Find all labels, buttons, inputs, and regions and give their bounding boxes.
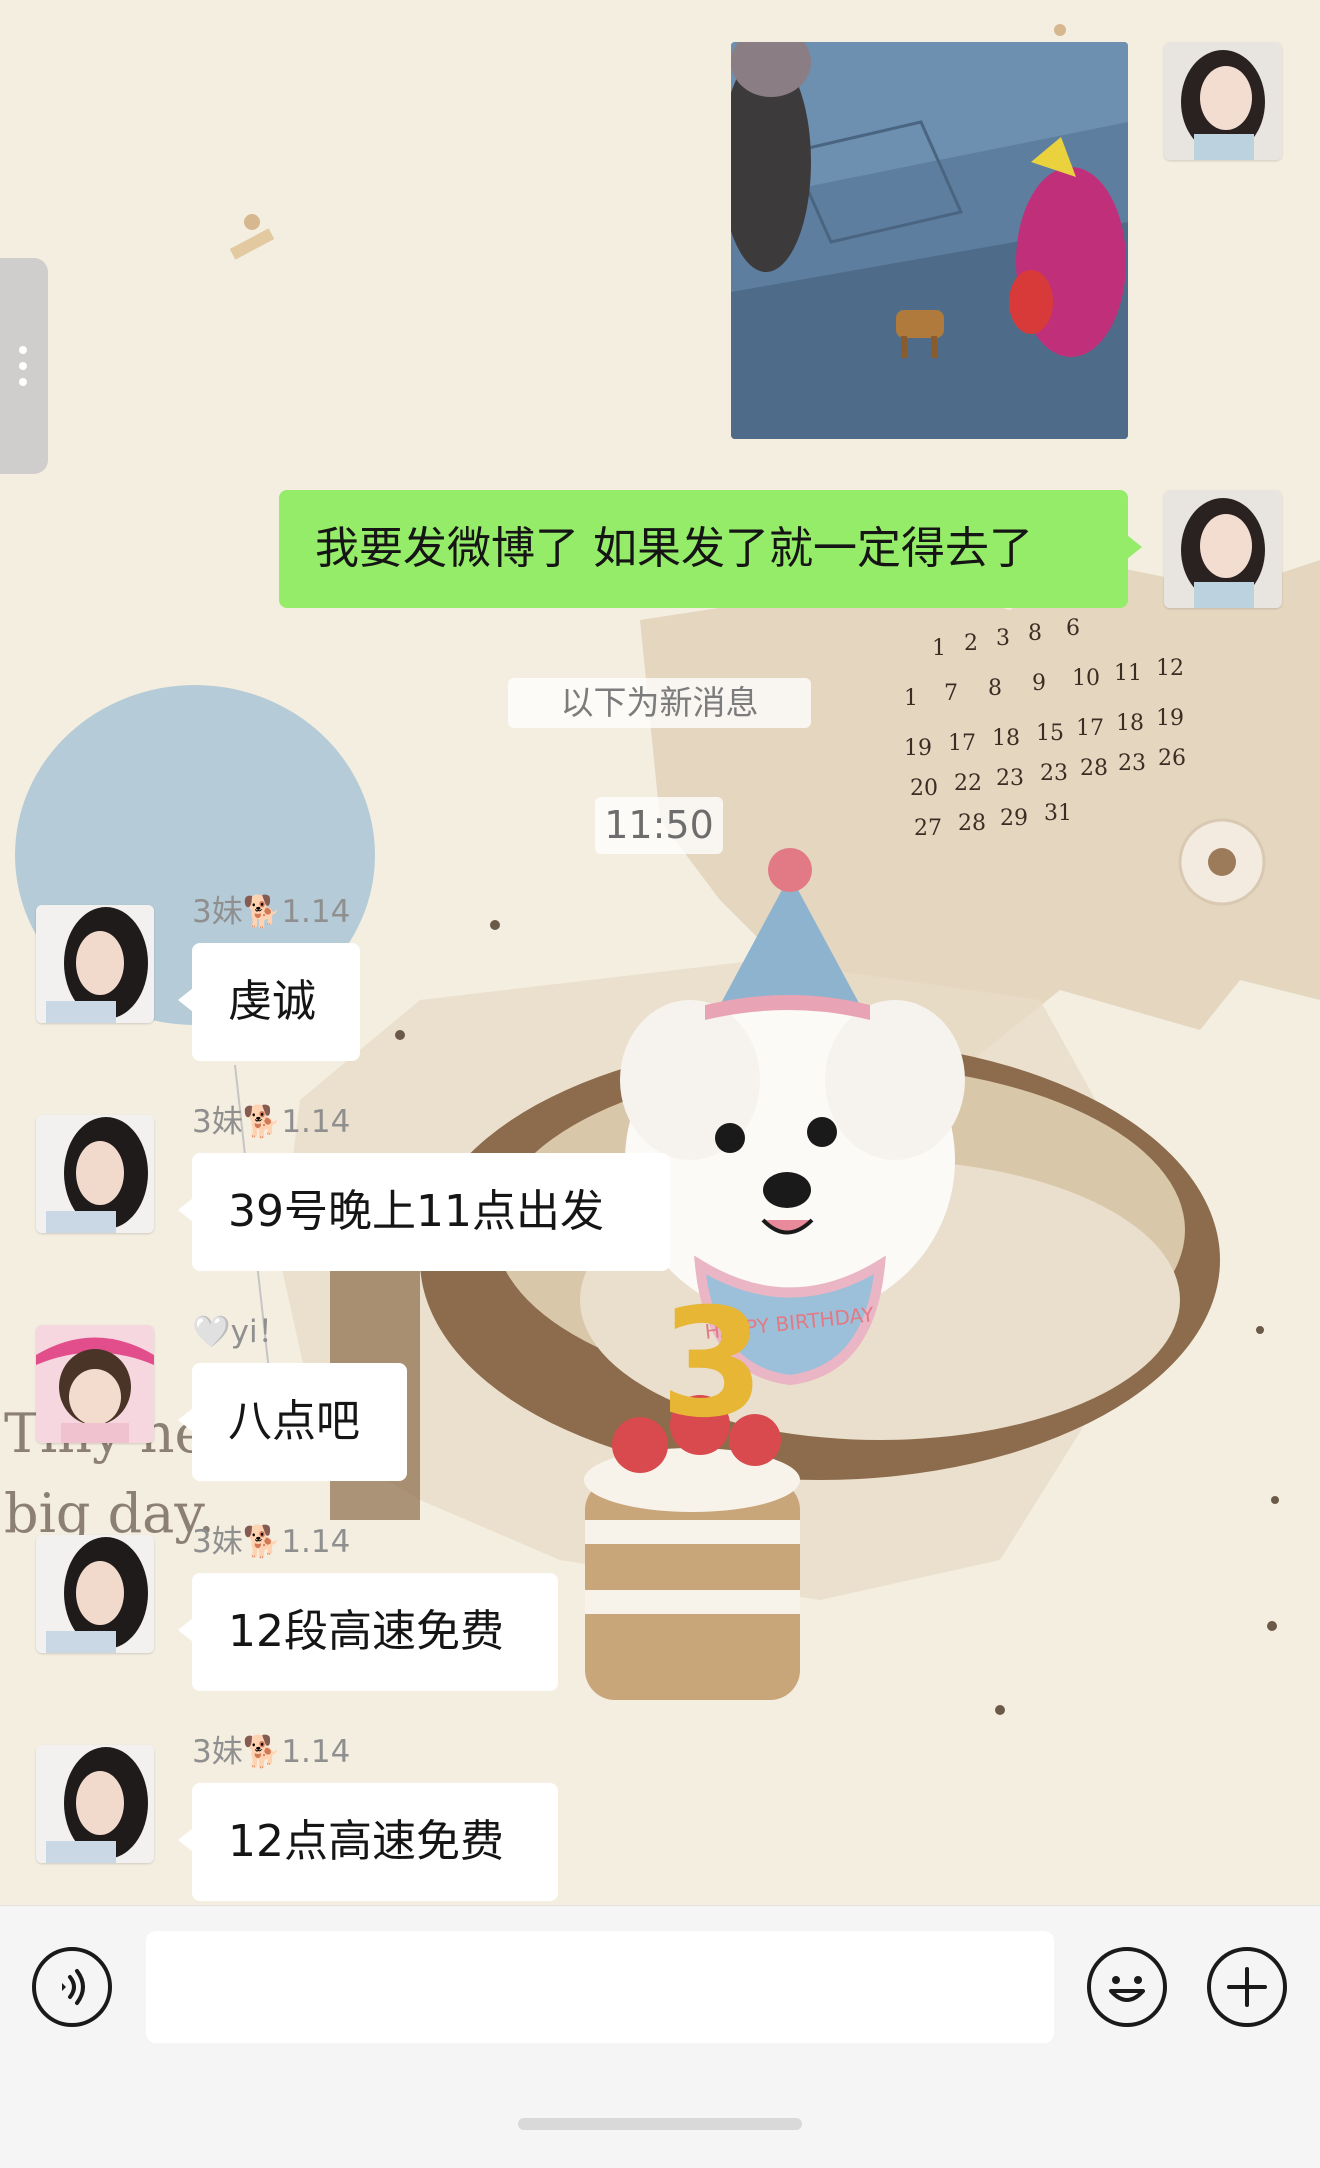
received-message-bubble[interactable]: 虔诚 xyxy=(178,943,360,1061)
sender-avatar[interactable] xyxy=(36,1745,154,1863)
sender-avatar[interactable] xyxy=(36,1325,154,1443)
sender-name: 🤍yi！ xyxy=(192,1314,289,1350)
chat-message-list[interactable]: 我要发微博了 如果发了就一定得去了 以下为新消息 11:50 3妹🐕1.14 虔… xyxy=(0,0,1320,1905)
received-message-bubble[interactable]: 12点高速免费 xyxy=(178,1783,558,1901)
photo-icon xyxy=(731,42,1128,439)
emoji-button[interactable] xyxy=(1087,1947,1167,2027)
avatar-photo-icon xyxy=(36,1325,154,1443)
avatar-photo-icon xyxy=(36,1115,154,1233)
sender-name: 3妹🐕1.14 xyxy=(192,1734,351,1770)
sender-avatar[interactable] xyxy=(36,1535,154,1653)
more-button[interactable] xyxy=(1207,1947,1287,2027)
sender-name: 3妹🐕1.14 xyxy=(192,1104,351,1140)
sender-name: 3妹🐕1.14 xyxy=(192,894,351,930)
emoji-icon xyxy=(1109,1976,1145,2002)
home-indicator[interactable] xyxy=(518,2118,802,2130)
plus-icon xyxy=(1227,1967,1267,2007)
avatar-photo-icon xyxy=(36,905,154,1023)
my-message-bubble[interactable]: 我要发微博了 如果发了就一定得去了 xyxy=(279,490,1142,608)
my-avatar[interactable] xyxy=(1164,490,1282,608)
avatar-photo-icon xyxy=(1164,42,1282,160)
avatar-photo-icon xyxy=(36,1745,154,1863)
image-message[interactable] xyxy=(731,42,1128,439)
message-timestamp: 11:50 xyxy=(595,797,723,854)
avatar-photo-icon xyxy=(1164,490,1282,608)
sender-name: 3妹🐕1.14 xyxy=(192,1524,351,1560)
new-messages-divider: 以下为新消息 xyxy=(508,678,811,728)
sender-avatar[interactable] xyxy=(36,1115,154,1233)
received-message-bubble[interactable]: 12段高速免费 xyxy=(178,1573,558,1691)
sender-avatar[interactable] xyxy=(36,905,154,1023)
my-avatar[interactable] xyxy=(1164,42,1282,160)
side-drawer-handle[interactable] xyxy=(0,258,48,474)
voice-icon xyxy=(62,1969,85,2005)
avatar-photo-icon xyxy=(36,1535,154,1653)
message-input[interactable] xyxy=(146,1931,1054,2043)
received-message-bubble[interactable]: 八点吧 xyxy=(178,1363,407,1481)
received-message-bubble[interactable]: 39号晚上11点出发 xyxy=(178,1153,670,1271)
voice-button[interactable] xyxy=(32,1947,112,2027)
